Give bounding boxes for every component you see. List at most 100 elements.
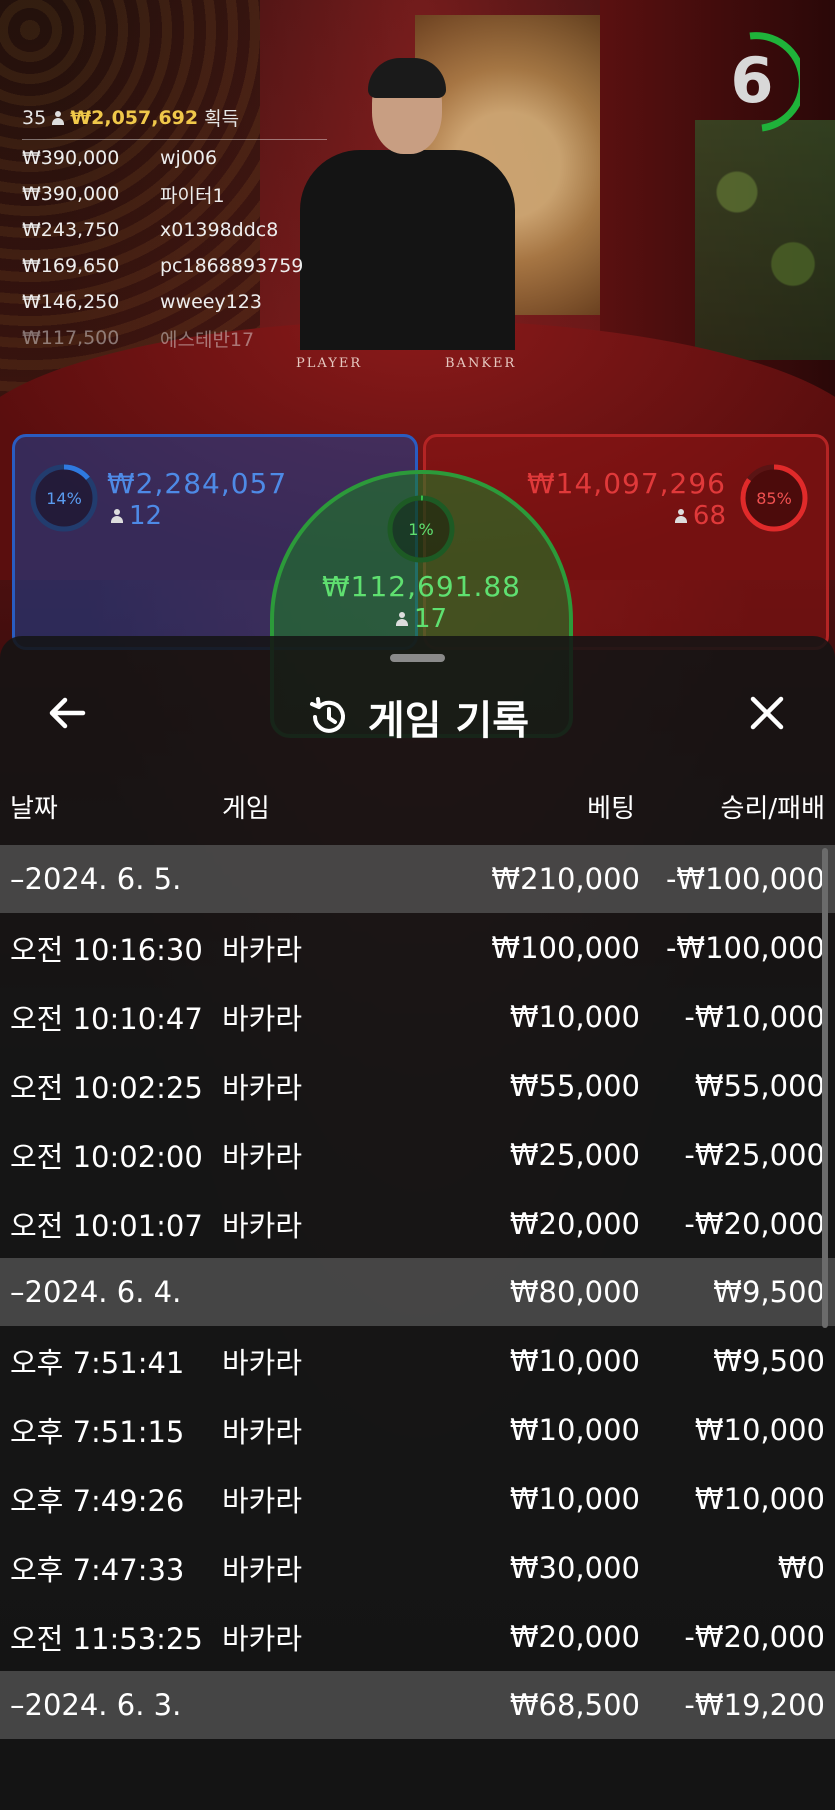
history-row[interactable]: 오전 10:10:47 바카라 ₩10,000 -₩10,000 [0, 982, 835, 1051]
group-result-total: -₩19,200 [684, 1688, 825, 1722]
group-bet-total: ₩210,000 [491, 862, 640, 896]
row-bet: ₩30,000 [509, 1550, 640, 1585]
row-result: -₩10,000 [684, 999, 825, 1034]
history-row[interactable]: 오후 7:49:26 바카라 ₩10,000 ₩10,000 [0, 1464, 835, 1533]
leader-user: 파이터1 [160, 184, 225, 207]
row-result: -₩100,000 [665, 930, 825, 965]
player-pct-ring: 14% [29, 463, 99, 533]
history-row[interactable]: 오전 10:02:00 바카라 ₩25,000 -₩25,000 [0, 1120, 835, 1189]
banker-bettor-count: 68 [692, 501, 726, 531]
player-bettors: 12 [111, 501, 162, 531]
date-group-row[interactable]: –2024. 6. 5. ₩210,000 -₩100,000 [0, 845, 835, 913]
player-bettor-count: 12 [129, 501, 163, 531]
row-game: 바카라 [222, 1001, 303, 1036]
group-date: –2024. 6. 5. [10, 862, 182, 896]
person-icon [674, 509, 687, 523]
countdown-timer: 6 [718, 32, 806, 136]
row-result: -₩25,000 [684, 1137, 825, 1172]
column-header-date: 날짜 [10, 794, 58, 824]
leader-amount: ₩390,000 [22, 147, 120, 169]
date-group-row[interactable]: –2024. 6. 4. ₩80,000 ₩9,500 [0, 1258, 835, 1326]
timer-value: 6 [730, 44, 774, 117]
table-label-player: PLAYER [296, 356, 363, 371]
history-row[interactable]: 오후 7:51:41 바카라 ₩10,000 ₩9,500 [0, 1326, 835, 1395]
history-row[interactable]: 오전 10:16:30 바카라 ₩100,000 -₩100,000 [0, 913, 835, 982]
row-result: ₩10,000 [694, 1481, 825, 1516]
winners-leaderboard: 35 ₩2,057,692 획득 ₩390,000 wj006 ₩390,000 파이… [22, 104, 327, 356]
close-icon[interactable] [744, 690, 790, 736]
column-header-bet: 베팅 [587, 794, 635, 824]
row-result: ₩55,000 [694, 1068, 825, 1103]
row-bet: ₩20,000 [509, 1619, 640, 1654]
plant-decoration [695, 120, 835, 360]
person-icon [111, 509, 123, 523]
drag-handle[interactable] [390, 654, 445, 662]
leader-user: 에스테반17 [160, 328, 255, 351]
tie-bet-amount: ₩112,691.88 [321, 570, 521, 603]
leader-amount: ₩117,500 [22, 327, 120, 349]
history-row[interactable]: 오전 11:53:25 바카라 ₩20,000 -₩20,000 [0, 1602, 835, 1671]
row-bet: ₩20,000 [509, 1206, 640, 1241]
leader-amount: ₩243,750 [22, 219, 120, 241]
row-time: 오전 10:02:25 [10, 1070, 203, 1105]
group-bet-total: ₩68,500 [509, 1688, 640, 1722]
row-game: 바카라 [222, 1483, 303, 1518]
leaderboard-row: ₩390,000 파이터1 [22, 176, 327, 212]
banker-bettors: 68 [674, 501, 726, 531]
tie-bettors: 17 [274, 604, 569, 634]
row-game: 바카라 [222, 1139, 303, 1174]
column-header-result: 승리/패배 [720, 794, 825, 824]
leader-amount: ₩146,250 [22, 291, 120, 313]
leader-user: wweey123 [160, 291, 262, 313]
panel-header: 게임 기록 [0, 680, 835, 750]
row-game: 바카라 [222, 932, 303, 967]
history-row[interactable]: 오전 10:01:07 바카라 ₩20,000 -₩20,000 [0, 1189, 835, 1258]
row-time: 오후 7:51:41 [10, 1345, 185, 1380]
date-group-row[interactable]: –2024. 6. 3. ₩68,500 -₩19,200 [0, 1671, 835, 1739]
page-title: 게임 기록 [0, 688, 835, 746]
leader-amount: ₩390,000 [22, 183, 120, 205]
row-result: ₩9,500 [713, 1343, 825, 1378]
row-time: 오후 7:47:33 [10, 1552, 185, 1587]
row-game: 바카라 [222, 1345, 303, 1380]
row-game: 바카라 [222, 1208, 303, 1243]
player-pct: 14% [46, 488, 82, 508]
row-time: 오전 11:53:25 [10, 1621, 203, 1656]
row-result: -₩20,000 [684, 1206, 825, 1241]
row-bet: ₩10,000 [509, 1343, 640, 1378]
row-bet: ₩10,000 [509, 999, 640, 1034]
tie-bettor-count: 17 [413, 604, 448, 634]
row-result: ₩10,000 [694, 1412, 825, 1447]
leaderboard-row: ₩146,250 wweey123 [22, 284, 327, 320]
total-won-suffix: 획득 [204, 108, 240, 130]
winner-count: 35 [22, 106, 47, 129]
row-time: 오후 7:49:26 [10, 1483, 185, 1518]
row-bet: ₩25,000 [509, 1137, 640, 1172]
row-bet: ₩100,000 [491, 930, 640, 965]
row-game: 바카라 [222, 1414, 303, 1449]
leader-amount: ₩169,650 [22, 255, 120, 277]
person-icon [395, 612, 408, 626]
column-header-game: 게임 [222, 794, 270, 824]
group-date: –2024. 6. 4. [10, 1275, 182, 1309]
banker-pct-ring: 85% [739, 463, 809, 533]
row-time: 오전 10:01:07 [10, 1208, 203, 1243]
history-list[interactable]: –2024. 6. 5. ₩210,000 -₩100,000 오전 10:16:30… [0, 845, 835, 1739]
row-result: -₩20,000 [684, 1619, 825, 1654]
game-history-panel: 게임 기록 날짜 게임 베팅 승리/패배 –2024. 6. 5. ₩210,00… [0, 636, 835, 1810]
leaderboard-row: ₩390,000 wj006 [22, 140, 327, 176]
history-row[interactable]: 오후 7:47:33 바카라 ₩30,000 ₩0 [0, 1533, 835, 1602]
leader-user: pc1868893759 [160, 255, 304, 277]
group-date: –2024. 6. 3. [10, 1688, 182, 1722]
total-won: ₩2,057,692 [70, 106, 199, 129]
panel-title: 게임 기록 [367, 698, 530, 744]
leaderboard-header: 35 ₩2,057,692 획득 [22, 104, 327, 140]
group-result-total: ₩9,500 [713, 1275, 825, 1309]
row-result: ₩0 [777, 1550, 825, 1585]
leaderboard-row: ₩169,650 pc1868893759 [22, 248, 327, 284]
table-label-banker: BANKER [445, 356, 517, 371]
history-row[interactable]: 오후 7:51:15 바카라 ₩10,000 ₩10,000 [0, 1395, 835, 1464]
scrollbar[interactable] [822, 848, 828, 1328]
history-row[interactable]: 오전 10:02:25 바카라 ₩55,000 ₩55,000 [0, 1051, 835, 1120]
history-icon [306, 695, 350, 739]
